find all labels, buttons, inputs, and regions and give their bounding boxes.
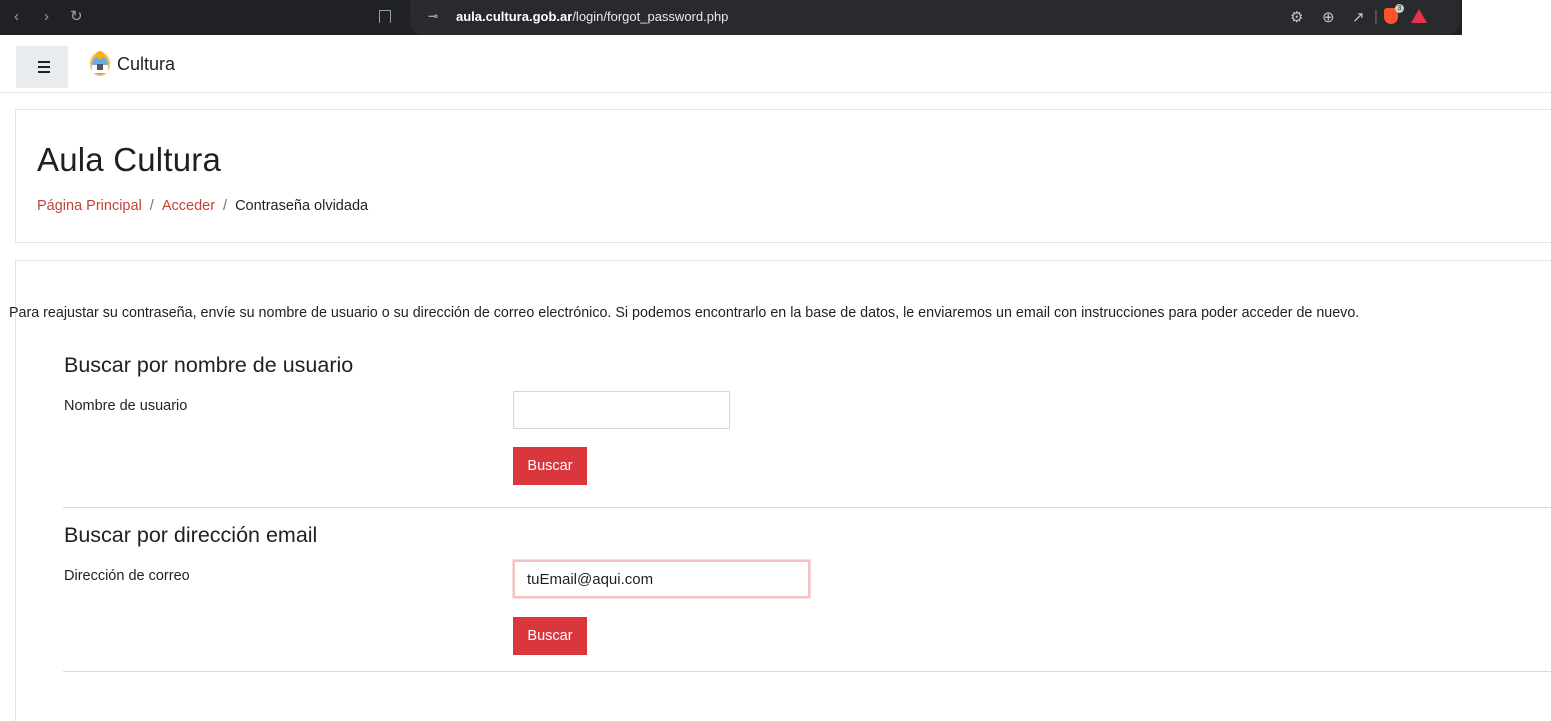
bookmark-icon[interactable] — [379, 10, 391, 23]
intro-text: Para reajustar su contraseña, envíe su n… — [9, 305, 1360, 321]
share-icon[interactable]: ↗ — [1352, 8, 1365, 26]
url-host: aula.cultura.gob.ar — [456, 9, 573, 24]
address-url[interactable]: aula.cultura.gob.ar/login/forgot_passwor… — [456, 9, 728, 24]
page-header-card: Aula Cultura Página Principal / Acceder / Co… — [15, 109, 1551, 243]
key-icon[interactable]: ⚙ — [1290, 8, 1303, 26]
breadcrumb: Página Principal / Acceder / Contraseña olvi… — [37, 198, 368, 214]
breadcrumb-separator: / — [149, 198, 154, 214]
back-icon[interactable]: ‹ — [14, 9, 19, 24]
section-divider — [63, 507, 1551, 508]
page-title: Aula Cultura — [37, 141, 221, 178]
zoom-icon[interactable]: ⊕ — [1322, 8, 1335, 26]
search-username-button[interactable]: Buscar — [513, 447, 587, 485]
username-label: Nombre de usuario — [64, 398, 188, 414]
reload-icon[interactable]: ↻ — [70, 9, 83, 24]
username-input[interactable] — [513, 391, 730, 429]
email-label: Dirección de correo — [64, 568, 190, 584]
breadcrumb-home-link[interactable]: Página Principal — [37, 198, 142, 214]
toolbar-divider: | — [1374, 8, 1378, 25]
hamburger-icon — [38, 71, 50, 73]
browser-toolbar: ‹ › ↻ ⊸ aula.cultura.gob.ar/login/forgot… — [0, 0, 1551, 35]
section-divider — [63, 671, 1551, 672]
forgot-password-card: Para reajustar su contraseña, envíe su n… — [9, 260, 1551, 721]
username-section-heading: Buscar por nombre de usuario — [64, 353, 354, 377]
forward-icon[interactable]: › — [44, 9, 49, 24]
url-path: /login/forgot_password.php — [572, 9, 729, 24]
search-email-button[interactable]: Buscar — [513, 617, 587, 655]
breadcrumb-separator: / — [223, 198, 228, 214]
coat-of-arms-logo[interactable] — [88, 49, 112, 77]
email-input[interactable] — [513, 560, 810, 598]
hamburger-icon — [38, 61, 50, 63]
site-brand[interactable]: Cultura — [117, 54, 175, 75]
menu-toggle-button[interactable] — [16, 46, 68, 88]
hamburger-icon — [38, 66, 50, 68]
email-section-heading: Buscar por dirección email — [64, 523, 318, 547]
site-info-icon[interactable]: ⊸ — [428, 9, 438, 23]
brave-rewards-icon[interactable] — [1411, 9, 1427, 23]
breadcrumb-current: Contraseña olvidada — [235, 198, 369, 214]
site-navbar: Cultura — [0, 35, 1551, 93]
breadcrumb-login-link[interactable]: Acceder — [162, 198, 215, 214]
shields-badge: 3 — [1395, 4, 1404, 13]
